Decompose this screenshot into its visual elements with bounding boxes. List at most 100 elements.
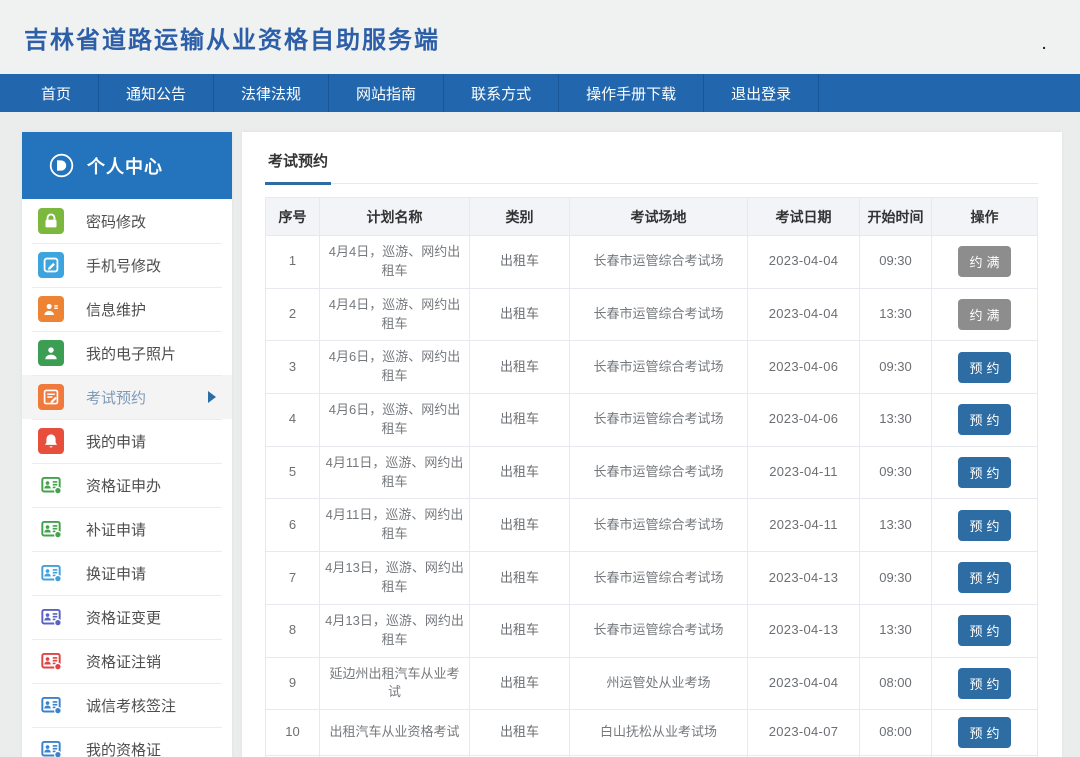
exam-schedule-table: 序号 计划名称 类别 考试场地 考试日期 开始时间 操作: [265, 197, 1038, 757]
nav-item-label: 联系方式: [471, 83, 531, 104]
sidebar-item[interactable]: 手机号修改: [22, 243, 232, 287]
cell-category: 出租车: [470, 499, 570, 552]
main-panel: 考试预约 序号 计划名称 类别 考: [242, 132, 1062, 757]
sidebar-item-label: 考试预约: [86, 387, 146, 408]
table-row: 6 4月11日，巡游、网约出租车 出租车 长春市运管综合考试场 2023-04-…: [266, 499, 1038, 552]
stray-dot: .: [1042, 36, 1046, 52]
reserve-button[interactable]: 预约: [958, 457, 1010, 488]
cell-plan-name: 4月11日，巡游、网约出租车: [320, 446, 470, 499]
nav-item-label: 首页: [41, 83, 71, 104]
nav-item[interactable]: 通知公告: [99, 74, 214, 112]
lock-icon: [38, 208, 64, 234]
sidebar-item-label: 换证申请: [86, 563, 146, 584]
cell-plan-name: 4月6日，巡游、网约出租车: [320, 394, 470, 447]
cell-action: 约满: [932, 236, 1038, 289]
cell-action: 预约: [932, 552, 1038, 605]
cell-exam-date: 2023-04-11: [748, 446, 860, 499]
reserve-button[interactable]: 预约: [958, 668, 1010, 699]
cell-category: 出租车: [470, 394, 570, 447]
sidebar-item-label: 我的申请: [86, 431, 146, 452]
sidebar-item[interactable]: 考试预约: [22, 375, 232, 419]
cell-action: 约满: [932, 288, 1038, 341]
nav-item[interactable]: 首页: [14, 74, 99, 112]
reserve-button[interactable]: 预约: [958, 717, 1010, 748]
sidebar-item[interactable]: 诚信考核签注: [22, 683, 232, 727]
cell-category: 出租车: [470, 236, 570, 289]
id-card-icon: [38, 604, 64, 630]
nav-item-label: 退出登录: [731, 83, 791, 104]
sidebar-item[interactable]: 资格证注销: [22, 639, 232, 683]
reserve-button[interactable]: 预约: [958, 404, 1010, 435]
sidebar-item[interactable]: 我的资格证: [22, 727, 232, 757]
sidebar-item-label: 资格证变更: [86, 607, 161, 628]
cell-action: 预约: [932, 657, 1038, 710]
cell-action: 预约: [932, 499, 1038, 552]
sidebar-item[interactable]: 资格证变更: [22, 595, 232, 639]
sidebar-item-label: 信息维护: [86, 299, 146, 320]
column-header: 序号: [266, 198, 320, 236]
cell-seq: 6: [266, 499, 320, 552]
cell-start-time: 13:30: [860, 604, 932, 657]
cell-start-time: 13:30: [860, 394, 932, 447]
cell-plan-name: 延边州出租汽车从业考试: [320, 657, 470, 710]
cell-category: 出租车: [470, 552, 570, 605]
sidebar: 个人中心 密码修改 手机号修改: [22, 132, 232, 757]
id-card-icon: [38, 560, 64, 586]
cell-seq: 4: [266, 394, 320, 447]
reserve-button[interactable]: 预约: [958, 510, 1010, 541]
sidebar-item[interactable]: 资格证申办: [22, 463, 232, 507]
nav-item[interactable]: 网站指南: [329, 74, 444, 112]
cell-venue: 长春市运管综合考试场: [570, 341, 748, 394]
sidebar-item[interactable]: 信息维护: [22, 287, 232, 331]
sidebar-item[interactable]: 密码修改: [22, 199, 232, 243]
reserve-button[interactable]: 预约: [958, 562, 1010, 593]
cell-start-time: 08:00: [860, 657, 932, 710]
reserve-button[interactable]: 约满: [958, 246, 1010, 277]
nav-list: 首页 通知公告 法律法规 网站指南 联系方式 操作: [0, 74, 1080, 112]
nav-item-label: 网站指南: [356, 83, 416, 104]
sidebar-item[interactable]: 换证申请: [22, 551, 232, 595]
tab-exam-booking[interactable]: 考试预约: [265, 146, 331, 185]
id-card-icon: [38, 736, 64, 757]
cell-plan-name: 4月6日，巡游、网约出租车: [320, 341, 470, 394]
cell-venue: 长春市运管综合考试场: [570, 552, 748, 605]
cell-exam-date: 2023-04-04: [748, 236, 860, 289]
nav-item[interactable]: 法律法规: [214, 74, 329, 112]
table-row: 3 4月6日，巡游、网约出租车 出租车 长春市运管综合考试场 2023-04-0…: [266, 341, 1038, 394]
site-header: 吉林省道路运输从业资格自助服务端 .: [0, 0, 1080, 74]
page: 吉林省道路运输从业资格自助服务端 . 首页 通知公告 法律法规 网站指南: [0, 0, 1080, 757]
nav-item-label: 通知公告: [126, 83, 186, 104]
cell-seq: 3: [266, 341, 320, 394]
cell-venue: 长春市运管综合考试场: [570, 288, 748, 341]
cell-seq: 2: [266, 288, 320, 341]
nav-item[interactable]: 联系方式: [444, 74, 559, 112]
table-row: 2 4月4日，巡游、网约出租车 出租车 长春市运管综合考试场 2023-04-0…: [266, 288, 1038, 341]
content-area: 个人中心 密码修改 手机号修改: [0, 112, 1080, 757]
reserve-button[interactable]: 预约: [958, 352, 1010, 383]
cell-venue: 长春市运管综合考试场: [570, 604, 748, 657]
nav-item[interactable]: 操作手册下载: [559, 74, 704, 112]
cell-plan-name: 4月11日，巡游、网约出租车: [320, 499, 470, 552]
cell-plan-name: 4月4日，巡游、网约出租车: [320, 236, 470, 289]
table-row: 7 4月13日，巡游、网约出租车 出租车 长春市运管综合考试场 2023-04-…: [266, 552, 1038, 605]
active-arrow-icon: [208, 391, 216, 403]
cell-category: 出租车: [470, 446, 570, 499]
cell-category: 出租车: [470, 657, 570, 710]
id-card-icon: [38, 648, 64, 674]
cell-plan-name: 4月4日，巡游、网约出租车: [320, 288, 470, 341]
sidebar-item[interactable]: 我的申请: [22, 419, 232, 463]
cell-seq: 9: [266, 657, 320, 710]
cell-venue: 长春市运管综合考试场: [570, 499, 748, 552]
sidebar-item[interactable]: 我的电子照片: [22, 331, 232, 375]
sidebar-item-label: 资格证申办: [86, 475, 161, 496]
reserve-button[interactable]: 约满: [958, 299, 1010, 330]
tabbar: 考试预约: [265, 146, 1038, 184]
cell-venue: 白山抚松从业考试场: [570, 710, 748, 756]
sidebar-item[interactable]: 补证申请: [22, 507, 232, 551]
cell-venue: 长春市运管综合考试场: [570, 446, 748, 499]
cell-action: 预约: [932, 394, 1038, 447]
cell-venue: 长春市运管综合考试场: [570, 236, 748, 289]
nav-item[interactable]: 退出登录: [704, 74, 819, 112]
reserve-button[interactable]: 预约: [958, 615, 1010, 646]
cell-action: 预约: [932, 446, 1038, 499]
